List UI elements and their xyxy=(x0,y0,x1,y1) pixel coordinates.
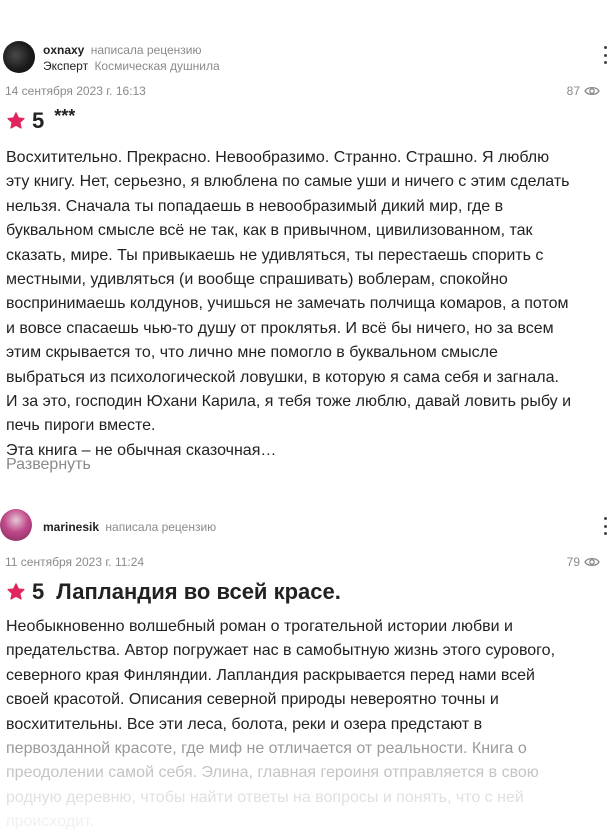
review-line: восхитительны. Все эти леса, болота, рек… xyxy=(6,715,483,733)
review-line: выбраться из психологической ловушки, в … xyxy=(6,368,559,386)
review-line: и вовсе спасаешь чью-то душу от проклять… xyxy=(6,319,554,337)
review-line: нельзя. Сначала ты попадаешь в невообраз… xyxy=(6,197,504,215)
review-line: первозданной красоте, где миф не отличае… xyxy=(6,740,527,758)
review-line: эту книгу. Нет, серьезно, я влюблена по … xyxy=(6,173,570,191)
view-count-value: 87 xyxy=(566,84,580,98)
review-line: сказать, мире. Ты привыкаешь не удивлять… xyxy=(6,246,544,264)
rating-row: 5 *** xyxy=(6,106,75,134)
review-line: этим скрывается то, что лично мне помогл… xyxy=(6,344,498,362)
review-line: Необыкновенно волшебный роман о трогател… xyxy=(6,618,513,635)
review-title: *** xyxy=(54,106,76,126)
author-action: написала рецензию xyxy=(90,43,202,57)
view-count: 79 xyxy=(567,555,600,569)
review-body: Необыкновенно волшебный роман о трогател… xyxy=(6,615,606,835)
author-line: oxnaxy написала рецензию xyxy=(43,43,201,57)
review-card: marinesik написала рецензию 11 сентября … xyxy=(0,500,616,830)
review-line: Восхитительно. Прекрасно. Невообразимо. … xyxy=(6,149,550,166)
rating-row: 5 Лапландия во всей красе. xyxy=(6,579,341,605)
avatar[interactable] xyxy=(0,509,32,541)
expert-label: Эксперт xyxy=(43,59,89,73)
review-line: происходит. xyxy=(6,813,95,831)
expert-line: Эксперт Космическая душнила xyxy=(43,59,220,73)
star-icon xyxy=(6,111,26,131)
review-line: И за это, господин Юхани Карила, я тебя … xyxy=(6,393,572,411)
review-line: местными, удивляться (и вообще спрашиват… xyxy=(6,271,508,289)
review-line: воспринимаешь колдунов, учишься не замеч… xyxy=(6,295,569,313)
review-date: 14 сентября 2023 г. 16:13 xyxy=(5,84,146,98)
eye-icon xyxy=(584,556,600,568)
review-line: предательства. Автор погружает нас в сам… xyxy=(6,642,556,660)
review-body: Восхитительно. Прекрасно. Невообразимо. … xyxy=(6,146,606,463)
eye-icon xyxy=(584,85,600,97)
review-line: буквальном смысле всё не так, как в прив… xyxy=(6,222,533,240)
review-line: преодолении самой себя. Элина, главная г… xyxy=(6,764,539,782)
view-count-value: 79 xyxy=(566,555,580,569)
review-card: oxnaxy написала рецензию Эксперт Космиче… xyxy=(0,0,616,490)
author-name[interactable]: oxnaxy xyxy=(43,43,84,57)
view-count: 87 xyxy=(567,84,600,98)
expert-title: Космическая душнила xyxy=(94,59,220,73)
avatar[interactable] xyxy=(3,41,35,73)
more-vertical-icon[interactable] xyxy=(602,46,608,64)
review-line: печь пироги вместе. xyxy=(6,417,156,435)
review-line: своей красотой. Описания северной природ… xyxy=(6,691,499,709)
author-action: написала рецензию xyxy=(105,520,217,534)
star-icon xyxy=(6,582,26,602)
review-line: северного края Финляндии. Лапландия раск… xyxy=(6,666,535,684)
more-vertical-icon[interactable] xyxy=(602,517,608,535)
review-line: родную деревню, чтобы найти ответы на во… xyxy=(6,788,524,806)
author-line: marinesik написала рецензию xyxy=(43,520,216,534)
author-name[interactable]: marinesik xyxy=(43,520,99,534)
rating-value: 5 xyxy=(32,579,45,604)
expand-link[interactable]: Развернуть xyxy=(6,456,91,474)
review-date: 11 сентября 2023 г. 11:24 xyxy=(5,555,145,569)
rating-value: 5 xyxy=(32,108,45,133)
review-title: Лапландия во всей красе. xyxy=(56,579,341,604)
review-line: Эта книга – не обычная сказочная… xyxy=(6,441,277,459)
